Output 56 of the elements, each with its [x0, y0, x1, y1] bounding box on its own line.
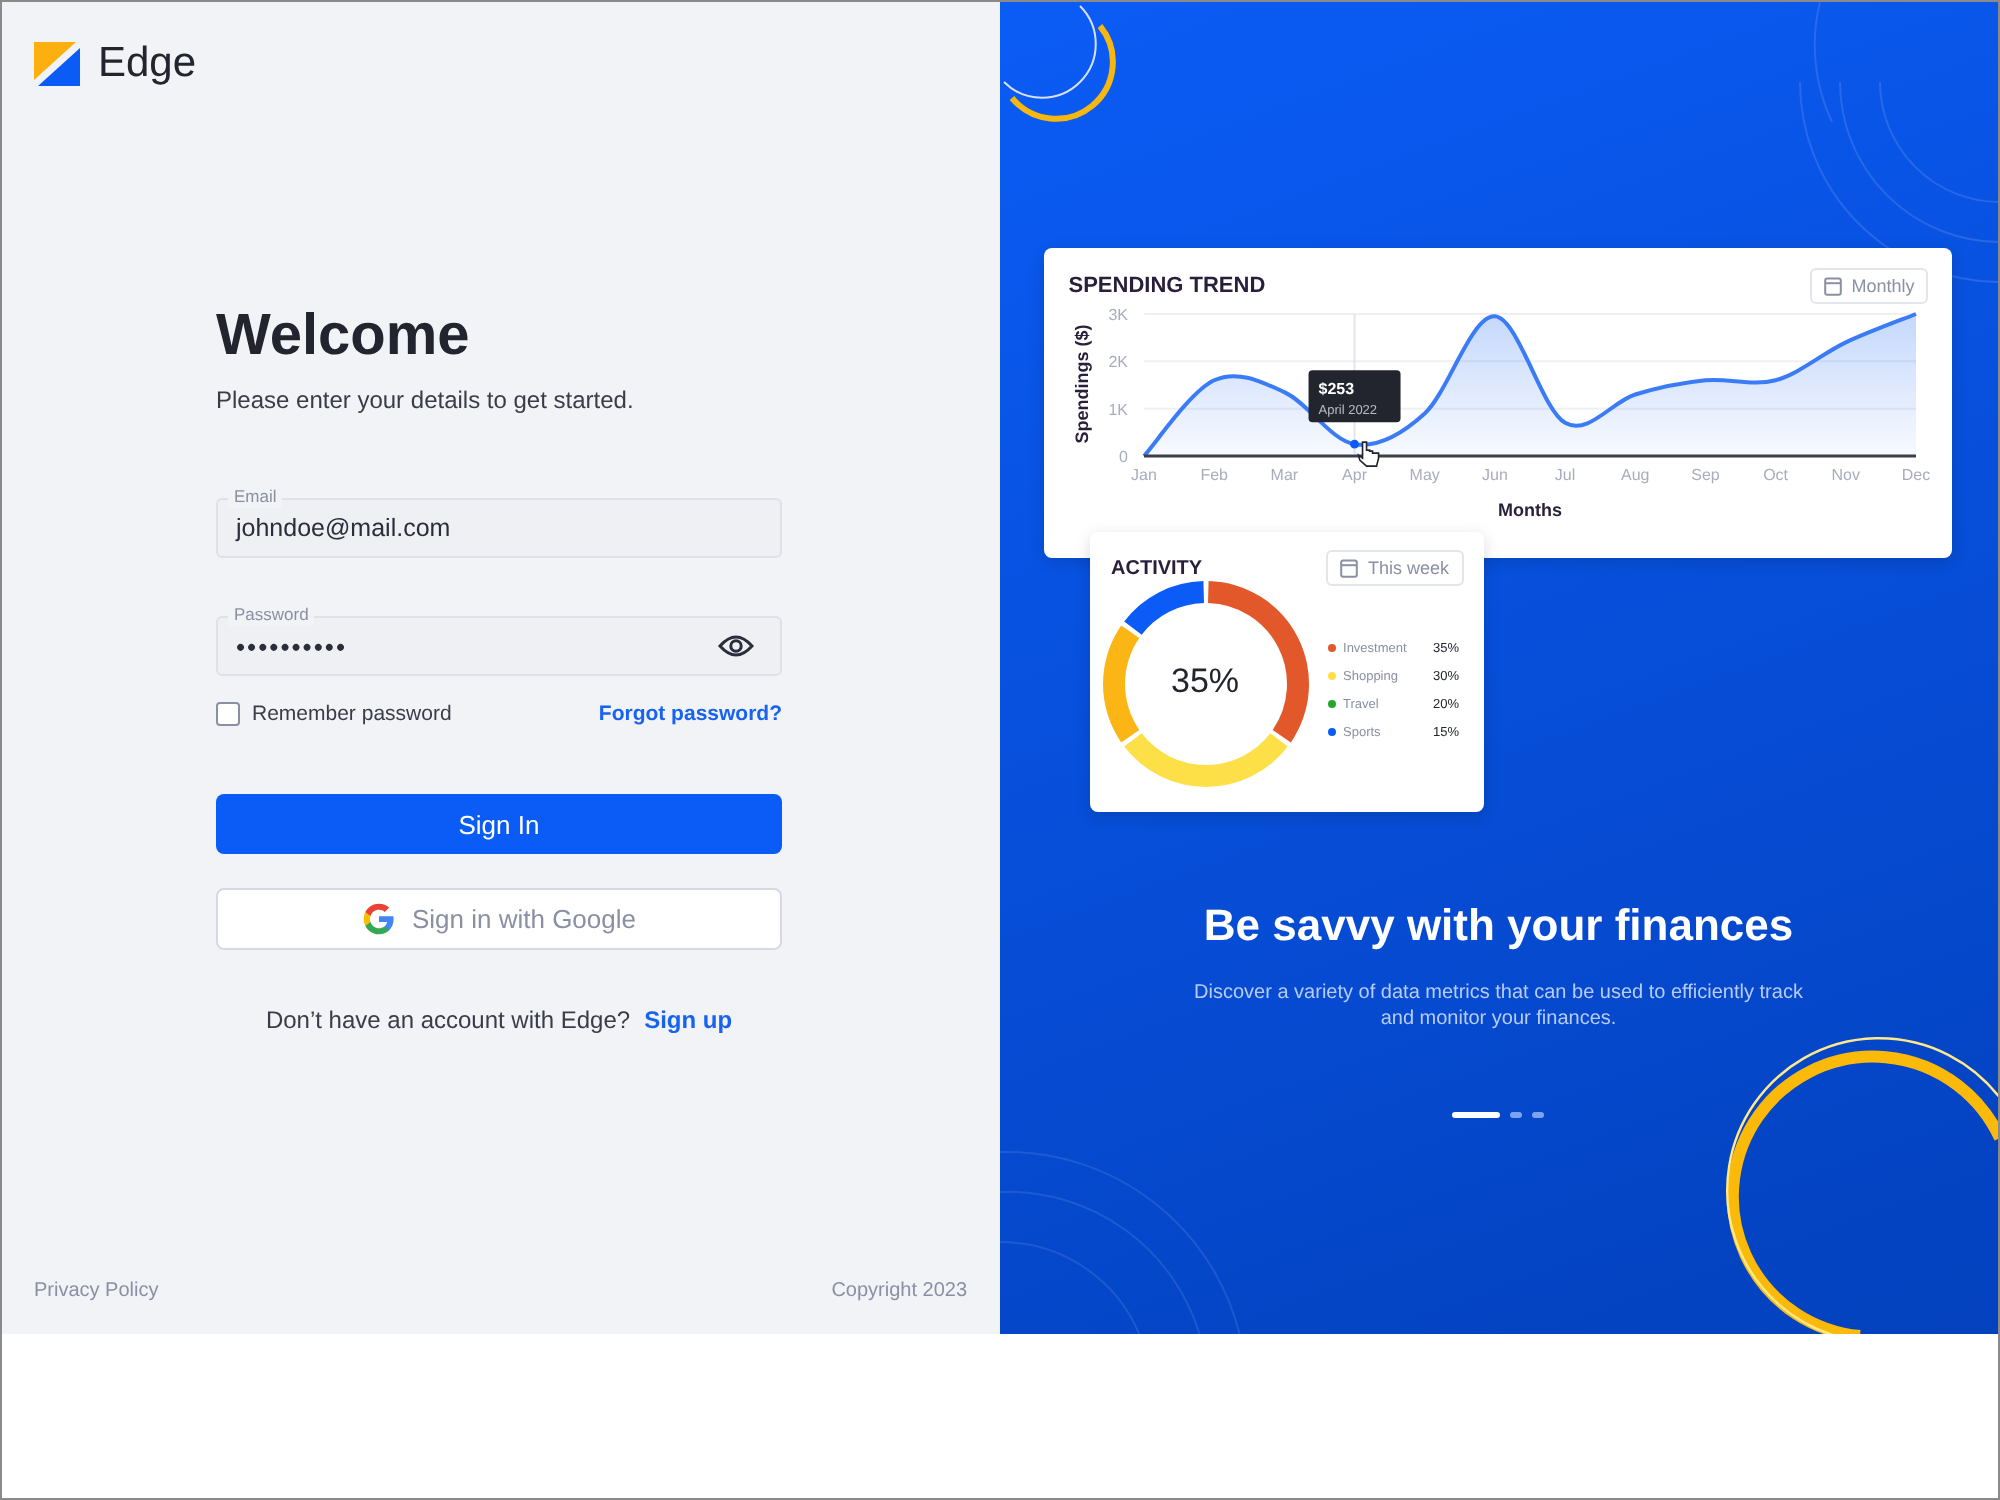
x-tick-label: Aug: [1621, 466, 1650, 484]
google-sign-in-button[interactable]: Sign in with Google: [216, 888, 782, 950]
card-title: ACTIVITY: [1111, 557, 1203, 579]
donut-center-label: 35%: [1169, 662, 1242, 702]
period-selector[interactable]: Monthly: [1809, 268, 1929, 304]
field-label: Email: [228, 486, 283, 508]
data-point: [1350, 439, 1360, 449]
welcome-subtitle: Please enter your details to get started.: [216, 386, 636, 414]
promo-title: Be savvy with your finances: [1203, 900, 1794, 952]
google-icon: [361, 902, 396, 936]
calendar-icon: [1823, 276, 1842, 296]
y-tick-label: 2K: [1108, 353, 1129, 372]
y-tick-label: 0: [1119, 448, 1129, 466]
tooltip-background: [1309, 370, 1402, 423]
period-selector[interactable]: This week: [1326, 550, 1464, 586]
carousel-indicator[interactable]: [1452, 1112, 1501, 1118]
forgot-password-link[interactable]: Forgot password?: [598, 702, 782, 726]
x-tick-label: May: [1410, 466, 1441, 484]
y-tick-label: 1K: [1108, 400, 1129, 419]
y-tick-label: 3K: [1108, 306, 1129, 324]
x-axis-title: Months: [1498, 500, 1563, 520]
tooltip-value: $253: [1319, 380, 1355, 399]
x-tick-label: Jan: [1131, 466, 1158, 484]
field-value: johndoe@mail.com: [236, 514, 451, 542]
privacy-policy-link[interactable]: Privacy Policy: [34, 1280, 159, 1302]
x-tick-label: Jun: [1482, 466, 1509, 484]
x-tick-label: Nov: [1832, 466, 1861, 484]
sign-up-link[interactable]: Sign up: [644, 1006, 733, 1034]
promo-text: Discover a variety of data metrics that can be used to efficiently track and monitor your finances.: [1192, 980, 1805, 1032]
x-tick-label: Feb: [1200, 466, 1229, 484]
calendar-icon: [1340, 558, 1358, 578]
cursor-icon: [1357, 441, 1380, 467]
email-field[interactable]: Email johndoe@mail.com: [216, 484, 782, 558]
password-field[interactable]: Password ••••••••••: [216, 602, 782, 676]
remember-label: Remember password: [252, 702, 452, 726]
x-tick-label: Sep: [1691, 466, 1721, 484]
x-tick-label: Mar: [1271, 466, 1299, 484]
x-tick-label: Apr: [1342, 466, 1368, 484]
signup-prompt: Don’t have an account with Edge?: [265, 1006, 631, 1034]
sign-in-button[interactable]: Sign In: [216, 794, 782, 854]
carousel-indicator[interactable]: [1532, 1112, 1545, 1118]
eye-icon[interactable]: [718, 634, 754, 658]
x-tick-label: Jul: [1555, 466, 1576, 484]
remember-checkbox[interactable]: [216, 702, 240, 726]
copyright-text: Copyright 2023: [831, 1280, 968, 1302]
y-axis-title: Spendings ($): [1072, 324, 1093, 444]
ring-decoration: [1002, 5, 1115, 122]
welcome-title: Welcome: [216, 304, 472, 370]
x-tick-label: Oct: [1763, 466, 1789, 484]
carousel-indicator[interactable]: [1510, 1112, 1523, 1118]
x-tick-label: Dec: [1902, 466, 1931, 484]
logo-name: Edge: [98, 40, 197, 88]
logo-icon: [34, 42, 80, 86]
field-value: ••••••••••: [236, 631, 348, 661]
card-title: SPENDING TREND: [1068, 274, 1266, 298]
field-label: Password: [228, 604, 315, 626]
